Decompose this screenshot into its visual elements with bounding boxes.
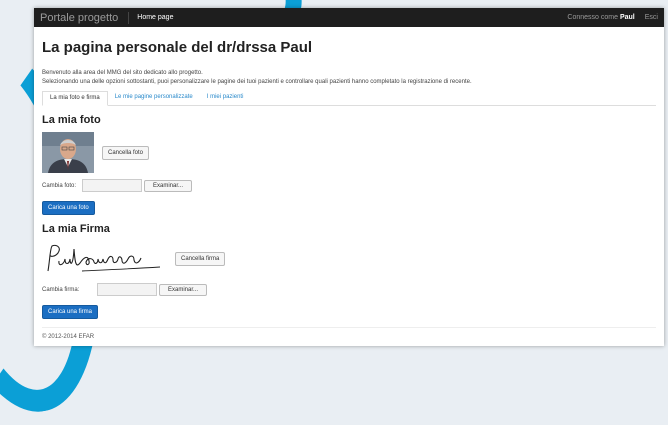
top-navbar: Portale progetto Home page Connesso come… [34, 8, 664, 27]
profile-photo-image [42, 132, 94, 173]
tab-custom-pages[interactable]: Le mie pagine personalizzate [108, 91, 200, 105]
upload-signature-wrap: Carica una firma [42, 300, 656, 319]
intro-line-2: Selezionando una delle opzioni sottostan… [42, 79, 472, 85]
intro-line-1: Benvenuto alla area del MMG del sito ded… [42, 70, 203, 76]
photo-file-input[interactable] [82, 179, 142, 192]
photo-file-row: Cambia foto: Examinar... [42, 179, 656, 192]
photo-section-title: La mia foto [42, 114, 101, 126]
signature-row: Cancella firma [42, 241, 656, 277]
connected-status: Connesso come Paul [567, 14, 634, 21]
upload-photo-button[interactable]: Carica una foto [42, 201, 95, 215]
connected-prefix: Connesso come [567, 14, 619, 21]
user-area: Connesso come Paul Esci [567, 14, 658, 21]
footer-divider [42, 327, 656, 328]
main-content: La pagina personale del dr/drssa Paul Be… [34, 39, 664, 319]
footer-copyright: © 2012-2014 EFAR [42, 334, 95, 340]
photo-row: Cancella foto [42, 132, 656, 173]
page-title: La pagina personale del dr/drssa Paul [42, 39, 313, 56]
nav-home-link[interactable]: Home page [129, 14, 173, 21]
signature-section-title: La mia Firma [42, 223, 110, 235]
connected-user: Paul [619, 14, 635, 21]
change-signature-label: Cambia firma: [42, 286, 80, 293]
browser-page: Portale progetto Home page Connesso come… [34, 8, 664, 346]
profile-photo [42, 132, 94, 173]
delete-signature-button[interactable]: Cancella firma [175, 252, 226, 266]
signature-image [47, 244, 161, 272]
signature-file-input[interactable] [97, 283, 157, 296]
change-photo-label: Cambia foto: [42, 182, 77, 189]
tab-bar: La mia foto e firma Le mie pagine person… [42, 91, 656, 106]
browse-signature-button[interactable]: Examinar... [159, 283, 208, 296]
browse-photo-button[interactable]: Examinar... [144, 179, 193, 192]
tab-photo-signature[interactable]: La mia foto e firma [42, 91, 108, 106]
delete-photo-button[interactable]: Cancella foto [102, 145, 150, 160]
signature-file-row: Cambia firma: Examinar... [42, 283, 656, 296]
exit-link[interactable]: Esci [645, 14, 658, 21]
tab-my-patients[interactable]: I miei pazienti [200, 91, 251, 105]
brand-link[interactable]: Portale progetto [40, 11, 130, 24]
upload-signature-button[interactable]: Carica una firma [42, 305, 99, 319]
upload-photo-wrap: Carica una foto [42, 196, 656, 215]
